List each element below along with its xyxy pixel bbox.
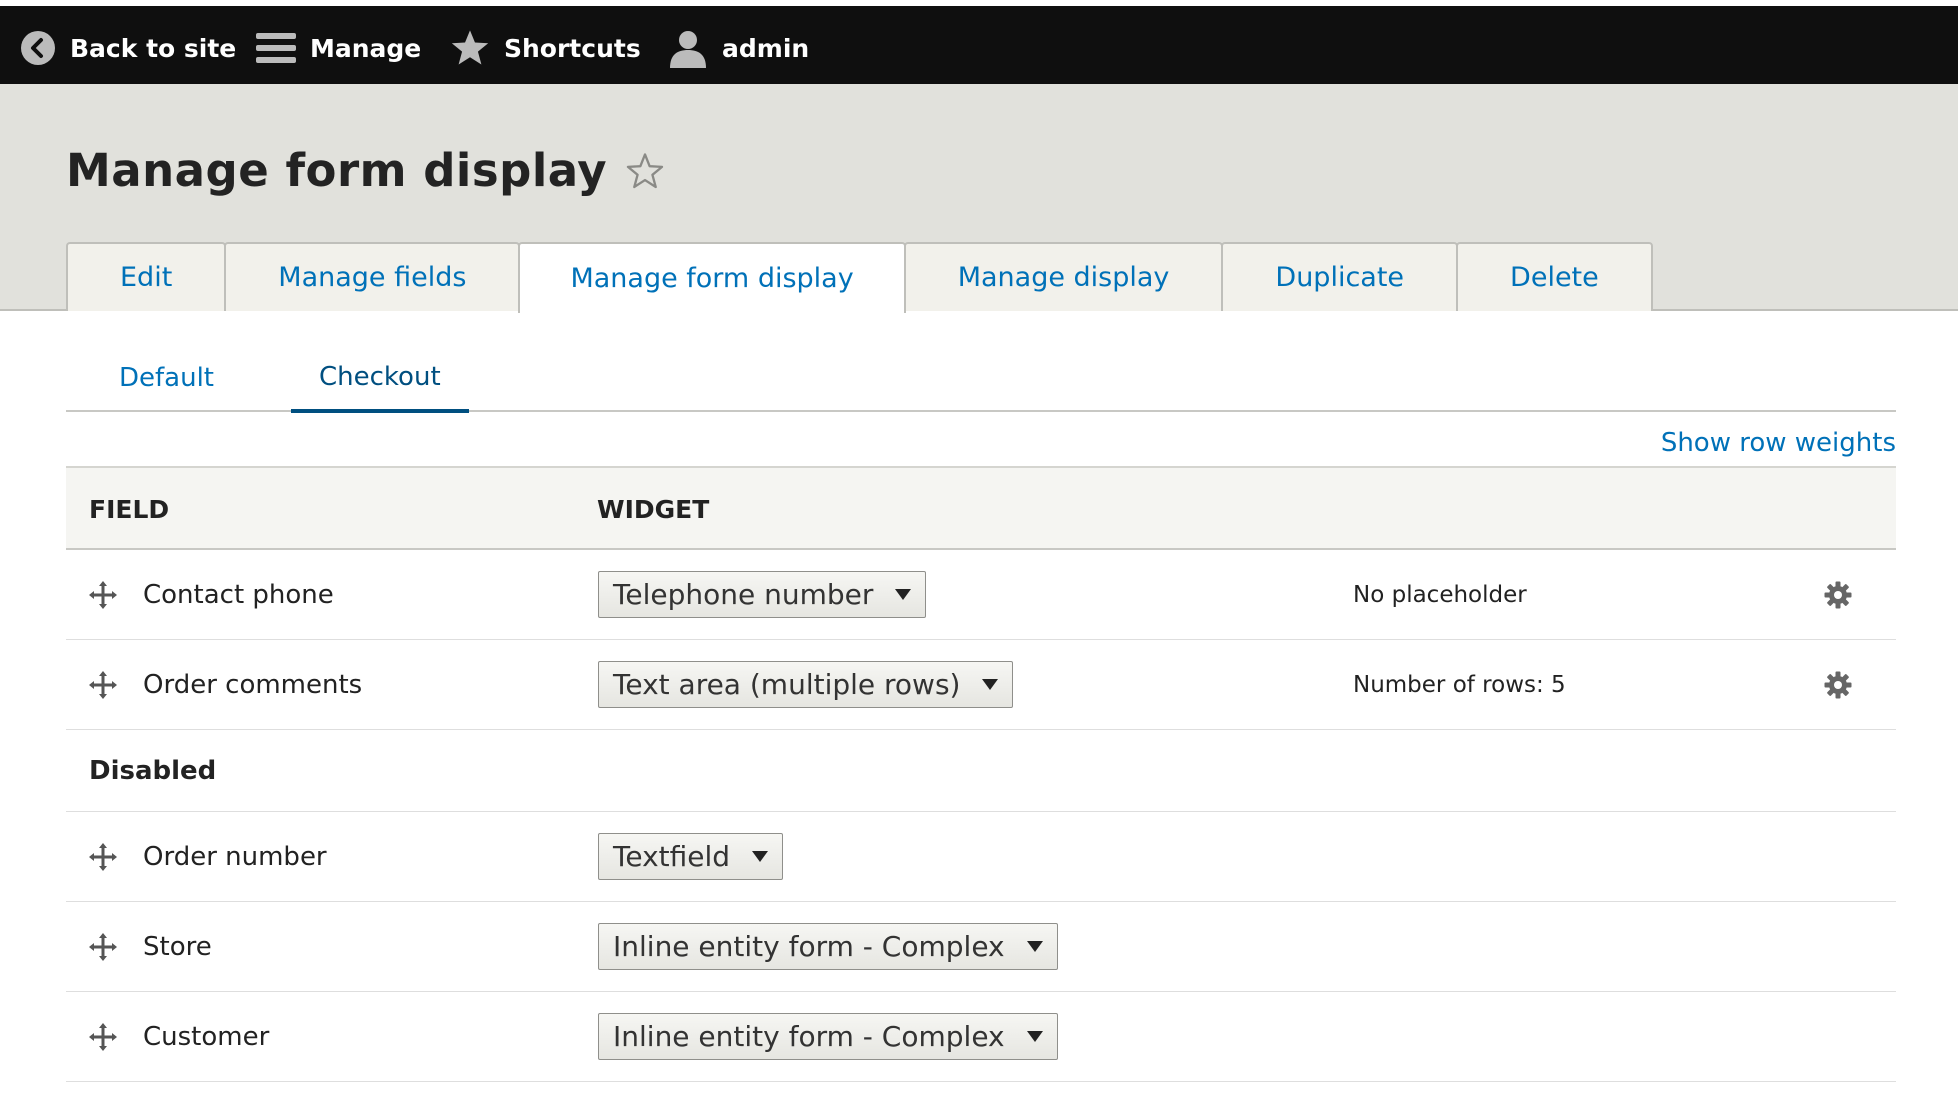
gear-icon[interactable] [1823, 550, 1853, 639]
move-icon[interactable] [88, 550, 118, 639]
primary-tabs: Edit Manage fields Manage form display M… [66, 242, 1653, 313]
subtab-default[interactable]: Default [119, 344, 214, 412]
chevron-down-icon [1026, 941, 1043, 952]
chevron-down-icon [1026, 1031, 1043, 1042]
widget-select[interactable]: Text area (multiple rows) [598, 661, 1014, 708]
widget-select-value: Telephone number [613, 578, 874, 611]
widget-select-value: Text area (multiple rows) [613, 668, 961, 701]
region-row-disabled: Disabled [66, 730, 1896, 812]
gear-icon[interactable] [1823, 640, 1853, 729]
back-to-site-label: Back to site [70, 33, 237, 63]
tab-duplicate[interactable]: Duplicate [1221, 242, 1459, 311]
widget-select-cell: Inline entity form - Complex [598, 992, 1058, 1081]
tab-manage-display[interactable]: Manage display [903, 242, 1224, 311]
field-name: Store [143, 931, 212, 962]
page-header: Manage form display Edit Manage fields M… [0, 84, 1958, 313]
tab-delete[interactable]: Delete [1456, 242, 1653, 311]
hamburger-icon [256, 31, 296, 65]
page-title: Manage form display [66, 144, 665, 197]
table-row: Customer Inline entity form - Complex [66, 992, 1896, 1082]
table-row: Order number Textfield [66, 812, 1896, 902]
region-title: Disabled [89, 755, 217, 786]
shortcuts-button[interactable]: Shortcuts [450, 12, 641, 84]
widget-select[interactable]: Inline entity form - Complex [598, 1013, 1058, 1060]
tab-manage-form-display[interactable]: Manage form display [518, 242, 906, 313]
field-name: Customer [143, 1021, 270, 1052]
star-outline-icon[interactable] [625, 152, 665, 190]
table-row: Contact phone Telephone number No placeh… [66, 550, 1896, 640]
widget-select[interactable]: Telephone number [598, 571, 927, 618]
star-icon [450, 29, 490, 67]
column-header-field: FIELD [89, 494, 170, 524]
column-header-widget: WIDGET [597, 494, 710, 524]
widget-select-value: Inline entity form - Complex [613, 930, 1005, 963]
tab-edit[interactable]: Edit [66, 242, 227, 311]
widget-select-cell: Inline entity form - Complex [598, 902, 1058, 991]
show-row-weights-link[interactable]: Show row weights [1661, 428, 1896, 458]
move-icon[interactable] [88, 812, 118, 901]
user-label: admin [722, 33, 810, 63]
subtab-checkout[interactable]: Checkout [291, 344, 469, 413]
field-display-table: FIELD WIDGET Contact phone Telephone num… [66, 466, 1896, 1082]
chevron-down-icon [895, 589, 912, 600]
back-to-site-link[interactable]: Back to site [20, 12, 236, 84]
user-menu-button[interactable]: admin [668, 12, 809, 84]
widget-select-value: Textfield [613, 840, 731, 873]
tab-manage-fields[interactable]: Manage fields [224, 242, 521, 311]
widget-select-cell: Textfield [598, 812, 784, 901]
field-name: Order comments [143, 669, 363, 700]
widget-select[interactable]: Inline entity form - Complex [598, 923, 1058, 970]
table-row: Store Inline entity form - Complex [66, 902, 1896, 992]
widget-select-cell: Text area (multiple rows) [598, 640, 1014, 729]
secondary-tabs: Default Checkout [66, 344, 1896, 413]
widget-summary: No placeholder [1353, 581, 1527, 608]
chevron-left-circle-icon [20, 30, 56, 66]
table-row: Order comments Text area (multiple rows)… [66, 640, 1896, 730]
user-icon [668, 28, 708, 68]
field-name: Order number [143, 841, 327, 872]
widget-select-value: Inline entity form - Complex [613, 1020, 1005, 1053]
manage-label: Manage [310, 33, 422, 63]
move-icon[interactable] [88, 640, 118, 729]
table-header: FIELD WIDGET [66, 466, 1896, 550]
shortcuts-label: Shortcuts [504, 33, 641, 63]
manage-menu-button[interactable]: Manage [256, 12, 421, 84]
field-name: Contact phone [143, 579, 334, 610]
page-title-text: Manage form display [66, 144, 608, 197]
widget-summary: Number of rows: 5 [1353, 671, 1566, 698]
move-icon[interactable] [88, 992, 118, 1081]
admin-toolbar: Back to site Manage Shortcuts admin [0, 0, 1958, 84]
widget-select-cell: Telephone number [598, 550, 927, 639]
move-icon[interactable] [88, 902, 118, 991]
chevron-down-icon [982, 679, 999, 690]
chevron-down-icon [752, 851, 769, 862]
widget-select[interactable]: Textfield [598, 833, 784, 880]
